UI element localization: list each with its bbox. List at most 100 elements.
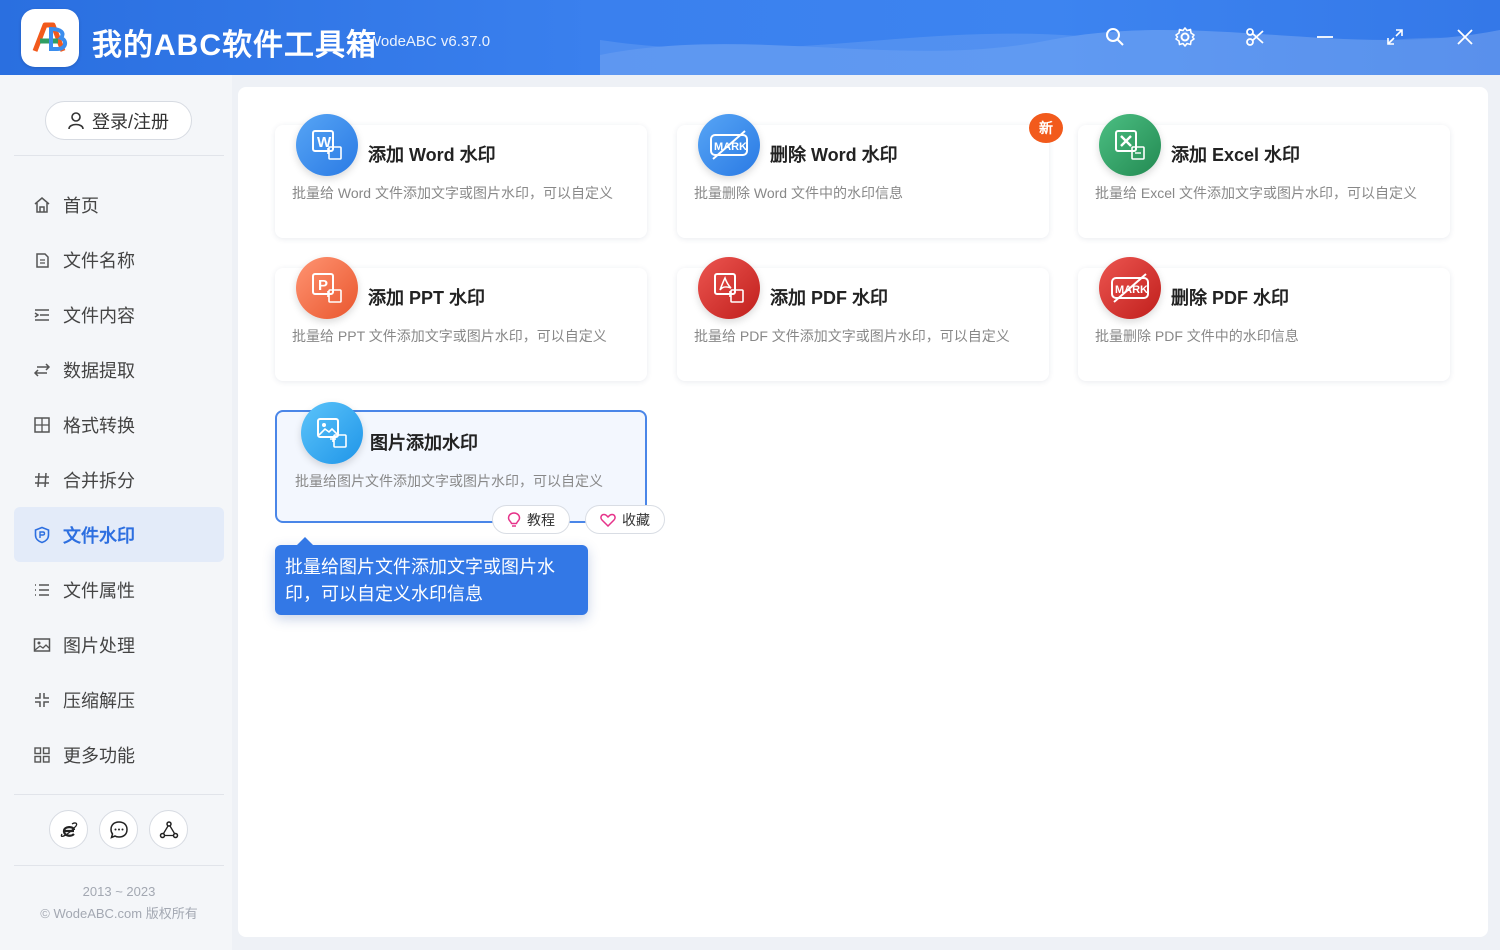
card-description: 批量给 PDF 文件添加文字或图片水印，可以自定义: [694, 328, 1010, 344]
card-description: 批量给 Excel 文件添加文字或图片水印，可以自定义: [1095, 185, 1418, 201]
card-description: 批量删除 PDF 文件中的水印信息: [1095, 328, 1299, 344]
pdf-add-icon: [698, 257, 760, 319]
tutorial-label: 教程: [527, 511, 555, 528]
format-convert-icon: [34, 416, 50, 433]
chat-button[interactable]: [99, 810, 138, 849]
excel-add-icon: [1099, 114, 1161, 176]
compress-icon: [35, 692, 49, 707]
card-description: 批量给图片文件添加文字或图片水印，可以自定义: [295, 473, 603, 489]
card-title: 图片添加水印: [370, 433, 478, 453]
image-add-icon: [301, 402, 363, 464]
sidebar-item-data-extract[interactable]: 数据提取: [14, 342, 224, 397]
watermark-icon: [34, 526, 50, 543]
card-title: 删除 PDF 水印: [1171, 288, 1290, 308]
maximize-icon: [1387, 29, 1403, 45]
data-extract-icon: [33, 362, 51, 377]
card-description: 批量删除 Word 文件中的水印信息: [694, 185, 903, 201]
sidebar-item-format-convert[interactable]: 格式转换: [14, 397, 224, 452]
sidebar-item-label: 文件属性: [63, 580, 135, 601]
sidebar-divider: [14, 155, 224, 156]
card-title: 添加 PPT 水印: [368, 288, 486, 308]
sidebar-item-home[interactable]: 首页: [14, 177, 224, 232]
pdf-remove-watermark-icon: MARK: [1099, 257, 1161, 319]
card-title: 添加 Excel 水印: [1171, 145, 1301, 165]
sidebar-item-label: 首页: [63, 195, 99, 216]
sidebar-item-label: 格式转换: [63, 415, 135, 436]
browser-icon: [60, 821, 77, 837]
copyright-years: 2013 ~ 2023: [82, 884, 156, 899]
search-icon: [1106, 28, 1124, 46]
word-remove-watermark-icon: MARK: [698, 114, 760, 176]
card-tooltip: 批量给图片文件添加文字或图片水 印，可以自定义水印信息: [275, 537, 588, 615]
browser-button[interactable]: [49, 810, 88, 849]
card-title: 删除 Word 水印: [770, 145, 898, 165]
sidebar-item-merge-split[interactable]: 合并拆分: [14, 452, 224, 507]
image-icon: [33, 637, 51, 652]
card-description: 批量给 PPT 文件添加文字或图片水印，可以自定义: [292, 328, 607, 344]
logo-icon: [32, 22, 68, 52]
sidebar-item-label: 更多功能: [63, 745, 135, 766]
card-add-excel-watermark[interactable]: 添加 Excel 水印 批量给 Excel 文件添加文字或图片水印，可以自定义: [1078, 114, 1450, 238]
favorite-label: 收藏: [622, 511, 650, 528]
scissors-icon: [1246, 28, 1264, 46]
chat-icon: [109, 820, 128, 839]
title-bar: 我的ABC软件工具箱 WodeABC v6.37.0: [0, 0, 1500, 75]
new-badge: 新: [1029, 113, 1063, 143]
sidebar-item-label: 压缩解压: [63, 690, 135, 711]
sidebar: 登录/注册 首页 文件名称 文件内容 数据提取 格式转换 合并拆分 文件水印 文…: [0, 75, 232, 950]
sidebar-item-label: 数据提取: [63, 360, 135, 381]
login-register-button[interactable]: 登录/注册: [45, 101, 192, 140]
close-icon: [1457, 29, 1473, 45]
maximize-button[interactable]: [1380, 22, 1410, 52]
card-add-ppt-watermark[interactable]: P 添加 PPT 水印 批量给 PPT 文件添加文字或图片水印，可以自定义: [275, 257, 647, 381]
app-version: WodeABC v6.37.0: [367, 33, 491, 50]
sidebar-item-more[interactable]: 更多功能: [14, 727, 224, 782]
tutorial-button[interactable]: 教程: [492, 505, 570, 534]
gear-icon: [1175, 27, 1195, 47]
sidebar-item-compress[interactable]: 压缩解压: [14, 672, 224, 727]
card-title: 添加 Word 水印: [368, 145, 496, 165]
sidebar-item-file-properties[interactable]: 文件属性: [14, 562, 224, 617]
login-label: 登录/注册: [91, 111, 169, 132]
share-button[interactable]: [149, 810, 188, 849]
tooltip-line: 批量给图片文件添加文字或图片水: [285, 557, 555, 577]
sidebar-nav: 首页 文件名称 文件内容 数据提取 格式转换 合并拆分 文件水印 文件属性 图片…: [14, 177, 224, 782]
search-button[interactable]: [1100, 22, 1130, 52]
card-add-word-watermark[interactable]: W 添加 Word 水印 批量给 Word 文件添加文字或图片水印，可以自定义: [275, 114, 647, 238]
minimize-button[interactable]: [1310, 22, 1340, 52]
copyright-text: © WodeABC.com 版权所有: [40, 906, 198, 921]
sidebar-item-file-content[interactable]: 文件内容: [14, 287, 224, 342]
sidebar-divider: [14, 865, 224, 866]
svg-text:P: P: [318, 277, 328, 294]
minimize-icon: [1317, 36, 1333, 38]
file-content-icon: [34, 308, 49, 321]
screenshot-button[interactable]: [1240, 22, 1270, 52]
sidebar-item-label: 文件名称: [63, 250, 135, 271]
close-button[interactable]: [1450, 22, 1480, 52]
settings-button[interactable]: [1170, 22, 1200, 52]
home-icon: [34, 196, 50, 213]
sidebar-item-image[interactable]: 图片处理: [14, 617, 224, 672]
favorite-button[interactable]: 收藏: [585, 505, 665, 534]
more-icon: [34, 746, 50, 763]
merge-split-icon: [35, 472, 49, 487]
sidebar-item-label: 合并拆分: [63, 470, 135, 491]
sidebar-divider: [14, 794, 224, 795]
share-icon: [159, 820, 178, 838]
app-logo: [21, 9, 79, 67]
card-remove-word-watermark[interactable]: MARK 删除 Word 水印 批量删除 Word 文件中的水印信息 新: [677, 113, 1063, 238]
sidebar-item-watermark[interactable]: 文件水印: [14, 507, 224, 562]
titlebar-wave-decoration: [600, 30, 1500, 75]
file-name-icon: [36, 252, 49, 268]
card-remove-pdf-watermark[interactable]: MARK 删除 PDF 水印 批量删除 PDF 文件中的水印信息: [1078, 257, 1450, 381]
sidebar-item-label: 文件内容: [63, 305, 135, 326]
sidebar-item-file-name[interactable]: 文件名称: [14, 232, 224, 287]
card-title: 添加 PDF 水印: [770, 288, 889, 308]
user-icon: [68, 111, 84, 129]
tooltip-line: 印，可以自定义水印信息: [285, 584, 483, 604]
word-add-icon: W: [296, 114, 358, 176]
card-add-pdf-watermark[interactable]: 添加 PDF 水印 批量给 PDF 文件添加文字或图片水印，可以自定义: [677, 257, 1049, 381]
ppt-add-icon: P: [296, 257, 358, 319]
sidebar-item-label: 文件水印: [63, 525, 135, 546]
file-properties-icon: [35, 583, 49, 596]
